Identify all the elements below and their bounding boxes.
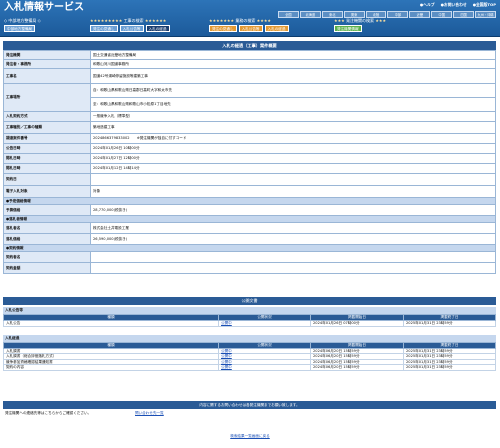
region-home-button[interactable]: 中部地方整備局 (4, 25, 36, 32)
contact-list-link[interactable]: 問い合わせ先一覧 (135, 409, 164, 418)
region-button[interactable]: 中部 (387, 11, 409, 18)
nav-group-construction: ★★★★★★★★★ 工事の検索 ★★★★★★ 発注の見通し 入札公告等 入札の経… (90, 18, 170, 32)
construction-outlook-button[interactable]: 発注の見通し (90, 25, 118, 32)
region-button[interactable]: 中国 (431, 11, 453, 18)
construction-notice-button[interactable]: 入札公告等 (119, 25, 144, 32)
table-row: 開札日時 2024年01月12日 14時14分 (3, 163, 496, 174)
nav-group-agency: ★★★ 発注機関の検索 ★★★ 発注機関情報 (334, 18, 387, 32)
table-row: 工事場所 自：和歌山県和歌山県日高郡日高町大字和太市先 (3, 83, 496, 112)
table-row: 落札者名 株式会社土井電設工業 (3, 222, 496, 234)
agency-info-button[interactable]: 発注機関情報 (334, 25, 362, 32)
contact-section: 内容に関するお問い合わせは各発注機関までお願い致します。 発注機関への連絡先等は… (3, 401, 496, 418)
table-row: 契約日 (3, 173, 496, 186)
region-button[interactable]: 四国 (453, 11, 475, 18)
table-row: 落札価格 26,590,000(税抜き) (3, 233, 496, 245)
nav-group-region: ◇ 中部地方整備局 ◇ 中部地方整備局 (4, 18, 41, 32)
region-button[interactable]: 近畿 (409, 11, 431, 18)
documents-group-title: 入札経過 (3, 334, 496, 342)
app-title: 入札情報サービス (4, 2, 84, 13)
service-notice-button[interactable]: 入札公告等 (238, 25, 263, 32)
documents-title: 公開文書 (3, 297, 496, 305)
table-row: 発注者・事務所 和歌山河川国道事務所 (3, 59, 496, 69)
contact-link[interactable]: ●お問い合わせ (441, 2, 467, 8)
table-row: 契約金額 (3, 262, 496, 274)
section-subheader: ●落札者情報 (3, 215, 496, 223)
service-outlook-button[interactable]: 発注の見通し (209, 25, 237, 32)
summary-table: 発注機関 国土交通省近畿地方整備局 発注者・事務所 和歌山河川国道事務所 工事名 国道… (3, 50, 496, 274)
table-row: 入札契約方式 一般競争入札（標準型） (3, 111, 496, 122)
public-documents: 公開文書 入札公告等 種類 公開状況 掲載開始日 掲載終了日 入札公告 公開中 … (3, 297, 496, 371)
nav-group-service: ★★★★★★★ 業務の検索 ★★★★ 発注の見通し 入札公告等 入札の経過 (209, 18, 289, 32)
table-row: 工事種別／工事の種類 築地造建工事 (3, 121, 496, 134)
section-subheader: ●予定価格情報 (3, 197, 496, 205)
region-button[interactable]: 全国 (278, 11, 299, 18)
service-results-button[interactable]: 入札の経過 (264, 25, 289, 32)
document-link[interactable]: 公開中 (221, 349, 232, 353)
region-button[interactable]: 北海道 (299, 11, 321, 18)
document-link[interactable]: 公開中 (221, 354, 232, 358)
section-subheader: ●契約情報 (3, 244, 496, 252)
construction-results-button[interactable]: 入札の経過 (145, 25, 170, 32)
document-link[interactable]: 公開中 (221, 321, 232, 325)
region-selector: 全国 北海道 東北 関東 北陸 中部 近畿 中国 四国 九州・沖縄 (278, 11, 496, 18)
table-row: 開札日時 2024年01月27日 12時00分 (3, 153, 496, 164)
table-row: 契約の内容 公開中 2024年06月20日 15時59分 2025年01月31日… (3, 364, 496, 371)
contact-label: 発注機関への連絡先等はこちらからご確認ください。 (5, 411, 92, 415)
contact-notice: 内容に関するお問い合わせは各発注機関までお願い致します。 (3, 401, 496, 409)
table-row: 調達案件番号 2024866379833002 ※発注機関が独自に付すコード (3, 133, 496, 144)
top-links: ●ヘルプ ●お問い合わせ ●全国版TOP (420, 2, 496, 8)
table-row: 契約者名 (3, 251, 496, 263)
national-top-link[interactable]: ●全国版TOP (473, 2, 496, 8)
table-row: 工事名 国道42号湯崎停留施設等建築工事 (3, 68, 496, 84)
notice-documents-table: 種類 公開状況 掲載開始日 掲載終了日 入札公告 公開中 2024年01月26日… (3, 314, 496, 327)
section-title: 入札の経過（工事）案件概要 (3, 41, 496, 50)
region-label: 中部地方整備局 (8, 18, 37, 23)
result-documents-table: 種類 公開状況 掲載開始日 掲載終了日 入札調書 公開中 2024年06月20日… (3, 341, 496, 371)
table-row: 発注機関 国土交通省近畿地方整備局 (3, 50, 496, 60)
table-row: 電子入札対象 対象 (3, 185, 496, 198)
region-button[interactable]: 東北 (321, 11, 343, 18)
region-button[interactable]: 関東 (343, 11, 365, 18)
table-row: 予算価格 28,770,000(税抜き) (3, 204, 496, 216)
nav-group-title: 業務の検索 (235, 18, 256, 23)
case-summary: 入札の経過（工事）案件概要 発注機関 国土交通省近畿地方整備局 発注者・事務所 和歌… (3, 41, 496, 274)
region-button[interactable]: 九州・沖縄 (475, 11, 496, 18)
table-row: 入札公告 公開中 2024年01月26日 07時00分 2025年01月31日 … (3, 320, 496, 327)
nav-group-title: 工事の検索 (123, 18, 144, 23)
header: 入札情報サービス ●ヘルプ ●お問い合わせ ●全国版TOP 全国 北海道 東北 … (0, 0, 500, 37)
nav-group-title: 発注機関の検索 (346, 18, 375, 23)
table-row: 公告日時 2024年01月26日 10時00分 (3, 143, 496, 154)
region-button[interactable]: 北陸 (365, 11, 387, 18)
document-link[interactable]: 公開中 (221, 360, 232, 364)
help-link[interactable]: ●ヘルプ (420, 2, 435, 8)
back-to-results-link[interactable]: 検索結果一覧画面に戻る (230, 434, 270, 438)
documents-group-title: 入札公告等 (3, 307, 496, 314)
document-link[interactable]: 公開中 (221, 365, 232, 369)
nav-groups: ◇ 中部地方整備局 ◇ 中部地方整備局 ★★★★★★★★★ 工事の検索 ★★★★… (4, 18, 394, 36)
